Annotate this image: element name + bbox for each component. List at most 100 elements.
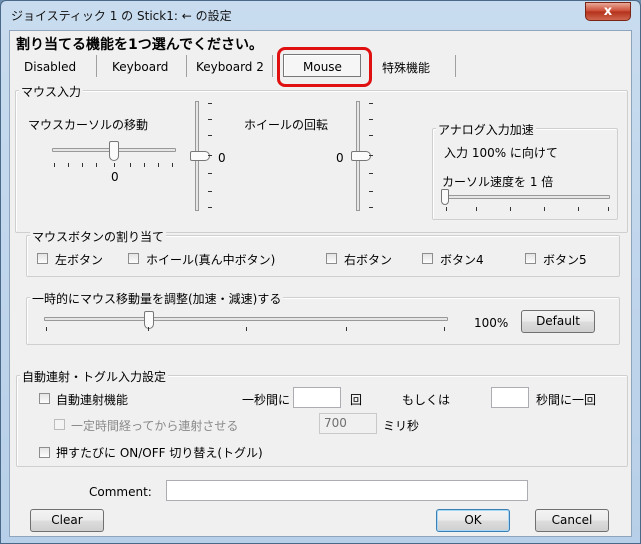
slider-tick: [208, 103, 212, 104]
selection-highlight: [277, 47, 372, 87]
tab-special-functions[interactable]: 特殊機能: [382, 59, 430, 76]
dialog-window: ジョイスティック 1 の Stick1: ← の設定 x 割り当てる機能を1つ選…: [0, 0, 641, 544]
button4-label[interactable]: ボタン4: [440, 251, 484, 268]
slider-tick: [369, 155, 373, 156]
cancel-button[interactable]: Cancel: [535, 509, 609, 532]
wheel-label: ホイールの回転: [244, 118, 329, 132]
close-button[interactable]: x: [585, 2, 631, 21]
slider-tick: [246, 327, 247, 331]
delay-ms-input[interactable]: 700: [319, 413, 377, 434]
slider-tick: [608, 207, 609, 211]
analog-accel-legend: アナログ入力加速: [436, 121, 536, 138]
toggle-checkbox[interactable]: [39, 447, 50, 458]
slider-tick: [346, 327, 347, 331]
slider-tick: [476, 207, 477, 211]
slider-tick: [369, 103, 373, 104]
slider-tick: [208, 155, 212, 156]
slider-tick: [578, 207, 579, 211]
slider-tick: [54, 163, 55, 167]
slider-tick: [208, 191, 212, 192]
slider-tick: [68, 163, 69, 167]
button5-label[interactable]: ボタン5: [543, 251, 587, 268]
cursor-horizontal-value: 0: [111, 170, 119, 184]
auto-fire-legend: 自動連射・トグル入力設定: [20, 368, 169, 385]
slider-tick: [369, 207, 373, 208]
slider-tick: [369, 135, 373, 136]
slider-tick: [208, 119, 212, 120]
temp-adjust-slider-thumb[interactable]: [144, 311, 155, 329]
slider-tick: [208, 207, 212, 208]
tab-divider: [186, 55, 187, 77]
cursor-vertical-value: 0: [218, 151, 226, 165]
slider-tick: [82, 163, 83, 167]
slider-tick: [208, 173, 212, 174]
wheel-value: 0: [336, 151, 344, 165]
comment-label: Comment:: [89, 485, 152, 499]
instruction-heading: 割り当てる機能を1つ選んでください。: [16, 37, 264, 53]
toggle-label[interactable]: 押すたびに ON/OFF 切り替え(トグル): [56, 444, 263, 461]
slider-tick: [96, 163, 97, 167]
slider-tick: [148, 327, 149, 331]
analog-accel-slider-thumb[interactable]: [441, 189, 449, 205]
slider-tick: [144, 163, 145, 167]
right-button-checkbox[interactable]: [326, 253, 337, 264]
tab-keyboard[interactable]: Keyboard: [112, 60, 168, 74]
window-title: ジョイスティック 1 の Stick1: ← の設定: [11, 9, 232, 23]
left-button-label[interactable]: 左ボタン: [55, 251, 103, 268]
cursor-vertical-slider-thumb[interactable]: [190, 151, 210, 161]
close-icon: x: [603, 4, 613, 19]
tab-divider: [96, 55, 97, 77]
delay-checkbox[interactable]: [54, 419, 65, 430]
cursor-move-label: マウスカーソルの移動: [28, 118, 149, 132]
button4-checkbox[interactable]: [422, 253, 433, 264]
delay-label[interactable]: 一定時間経ってから連射させる: [71, 417, 238, 434]
temp-adjust-legend: 一時的にマウス移動量を調整(加速・減速)する: [30, 290, 284, 307]
tab-disabled[interactable]: Disabled: [24, 60, 76, 74]
wheel-slider-thumb[interactable]: [351, 151, 371, 161]
slider-tick: [444, 327, 445, 331]
slider-tick: [369, 191, 373, 192]
default-button[interactable]: Default: [521, 310, 595, 333]
slider-tick: [544, 207, 545, 211]
temp-adjust-slider[interactable]: [44, 317, 448, 321]
slider-tick: [446, 207, 447, 211]
ok-button[interactable]: OK: [436, 509, 510, 532]
tab-divider: [455, 55, 456, 77]
slider-tick: [369, 119, 373, 120]
seconds-input[interactable]: [491, 387, 529, 408]
ms-label: ミリ秒: [383, 419, 420, 433]
tab-keyboard-2[interactable]: Keyboard 2: [196, 60, 264, 74]
analog-accel-line2: カーソル速度を 1 倍: [442, 175, 554, 189]
slider-tick: [208, 135, 212, 136]
auto-fire-label[interactable]: 自動連射機能: [56, 391, 128, 408]
analog-accel-slider[interactable]: [444, 195, 610, 199]
once-per-seconds-label: 秒間に一回: [536, 393, 597, 407]
slider-tick: [369, 173, 373, 174]
analog-accel-line1: 入力 100% に向けて: [444, 146, 558, 160]
slider-tick: [114, 163, 115, 167]
slider-tick: [130, 163, 131, 167]
tab-divider: [272, 55, 273, 77]
title-bar[interactable]: ジョイスティック 1 の Stick1: ← の設定 x: [1, 1, 640, 29]
right-button-label[interactable]: 右ボタン: [344, 251, 392, 268]
temp-adjust-percent: 100%: [474, 316, 509, 330]
slider-tick: [158, 163, 159, 167]
button5-checkbox[interactable]: [525, 253, 536, 264]
slider-tick: [510, 207, 511, 211]
auto-fire-checkbox[interactable]: [39, 393, 50, 404]
times-label: 回: [350, 393, 363, 407]
clear-button[interactable]: Clear: [30, 509, 104, 532]
wheel-button-label[interactable]: ホイール(真ん中ボタン): [146, 251, 275, 268]
left-button-checkbox[interactable]: [37, 253, 48, 264]
mouse-buttons-legend: マウスボタンの割り当て: [30, 228, 167, 245]
cursor-horizontal-slider-thumb[interactable]: [109, 141, 119, 161]
slider-tick: [172, 163, 173, 167]
wheel-button-checkbox[interactable]: [128, 253, 139, 264]
dialog-client: 割り当てる機能を1つ選んでください。 Disabled Keyboard Key…: [9, 30, 632, 537]
per-second-input[interactable]: [293, 387, 341, 408]
per-second-label: 一秒間に: [242, 393, 291, 407]
mouse-input-legend: マウス入力: [19, 83, 84, 100]
slider-tick: [46, 327, 47, 331]
comment-input[interactable]: [166, 480, 528, 501]
or-label: もしくは: [402, 393, 451, 407]
